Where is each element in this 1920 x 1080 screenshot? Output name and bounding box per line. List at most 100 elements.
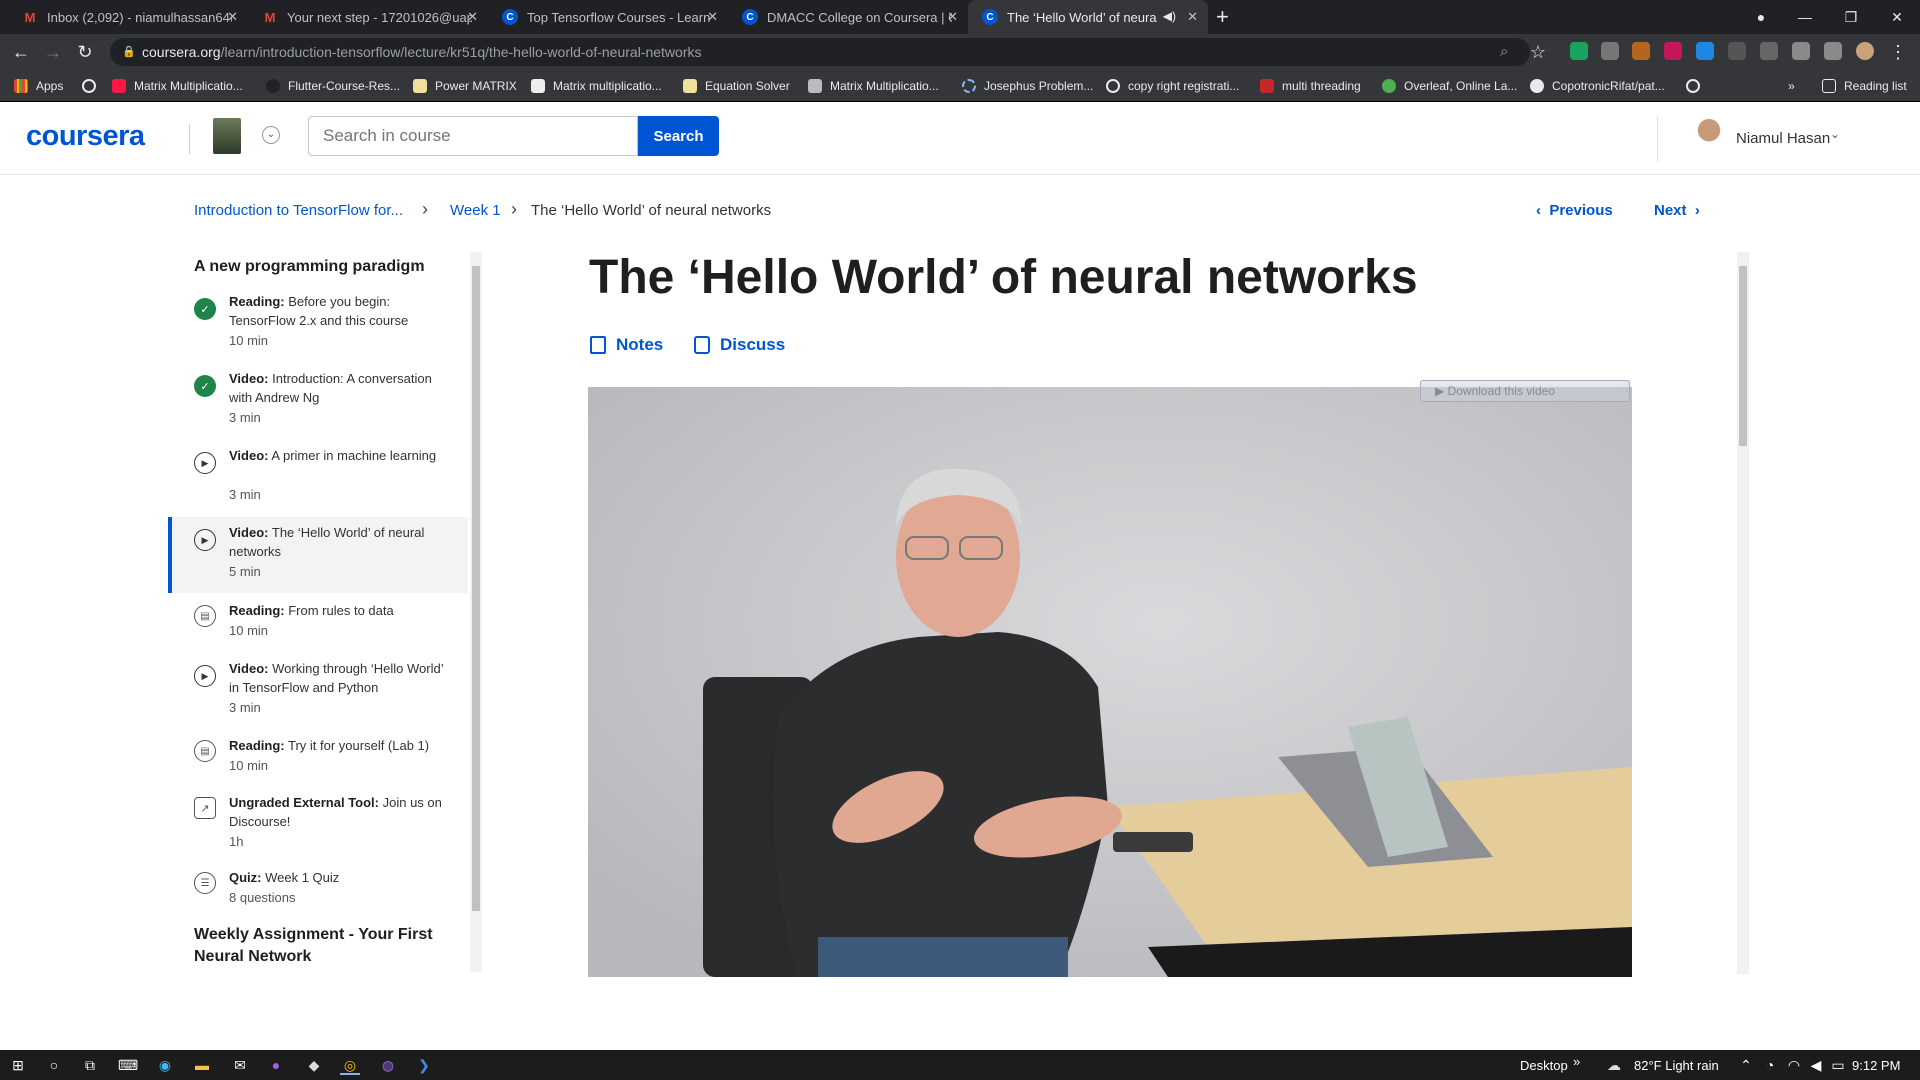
bookmark-globe[interactable] <box>82 70 104 102</box>
scroll-thumb[interactable] <box>472 266 480 911</box>
sidebar-item[interactable]: ↗ Ungraded External Tool: Join us on Dis… <box>168 793 468 857</box>
media-icon[interactable] <box>1824 42 1842 60</box>
next-button[interactable]: Next › <box>1654 202 1700 219</box>
chevron-icon[interactable]: » <box>1573 1054 1580 1069</box>
puzzle-icon[interactable] <box>1792 42 1810 60</box>
bookmark-10[interactable]: Overleaf, Online La... <box>1382 70 1517 102</box>
bookmark-5[interactable]: Equation Solver <box>683 70 790 102</box>
bookmark-8[interactable]: copy right registrati... <box>1106 70 1239 102</box>
sidebar-item-active[interactable]: ▶ Video: The ‘Hello World’ of neural net… <box>168 517 468 593</box>
search-button[interactable]: Search <box>638 116 719 156</box>
menu-dots-icon[interactable]: ⋮ <box>1886 40 1910 64</box>
user-name[interactable]: Niamul Hasan <box>1736 130 1830 147</box>
breadcrumb-course[interactable]: Introduction to TensorFlow for... <box>194 202 403 219</box>
app-icon[interactable]: ◆ <box>304 1055 324 1075</box>
app-icon[interactable]: ◍ <box>378 1055 398 1075</box>
weather-text[interactable]: 82°F Light rain <box>1634 1058 1719 1073</box>
browser-tab-active[interactable]: C The ‘Hello World’ of neural n ◀) ✕ <box>968 0 1208 34</box>
sidebar-item[interactable]: ▤ Reading: Try it for yourself (Lab 1) 1… <box>168 736 468 784</box>
chrome-icon[interactable]: ◎ <box>340 1055 360 1075</box>
download-extension-icon[interactable] <box>1696 42 1714 60</box>
download-video-overlay[interactable]: ▶ Download this video <box>1420 380 1630 402</box>
bookmark-11[interactable]: CopotronicRifat/pat... <box>1530 70 1665 102</box>
edge-icon[interactable]: ◉ <box>155 1055 175 1075</box>
bookmark-apps[interactable]: Apps <box>14 70 63 102</box>
bookmark-7[interactable]: Josephus Problem... <box>962 70 1093 102</box>
minimize-icon[interactable]: — <box>1782 0 1828 34</box>
pen-extension-icon[interactable] <box>1760 42 1778 60</box>
browser-tab-1[interactable]: M Inbox (2,092) - niamulhassan64@ ✕ <box>8 0 248 34</box>
new-tab-icon[interactable]: + <box>1216 4 1229 30</box>
sidebar-item[interactable]: ▶ Video: A primer in machine learning 3 … <box>168 446 468 510</box>
extension-icon[interactable] <box>1632 42 1650 60</box>
profile-dot-icon[interactable]: ● <box>1738 0 1784 34</box>
chevron-up-icon[interactable]: ⌃ <box>1736 1055 1756 1075</box>
chevron-down-icon[interactable]: ⌄ <box>262 126 280 144</box>
course-thumbnail[interactable] <box>213 118 241 154</box>
profile-avatar-icon[interactable] <box>1856 42 1874 60</box>
close-tab-icon[interactable]: ✕ <box>947 9 958 25</box>
task-view-icon[interactable]: ⧉ <box>80 1055 100 1075</box>
video-player[interactable] <box>588 387 1632 977</box>
browser-tab-4[interactable]: C DMACC College on Coursera | Co ✕ <box>728 0 968 34</box>
sidebar-item[interactable]: ✓ Video: Introduction: A conversation wi… <box>168 369 468 433</box>
discuss-button[interactable]: Discuss <box>694 335 785 355</box>
grammarly-extension-icon[interactable] <box>1570 42 1588 60</box>
battery-icon[interactable]: ▭ <box>1828 1055 1848 1075</box>
network-icon[interactable]: ◔ <box>1760 1055 1780 1075</box>
zoom-icon[interactable]: ⌕ <box>1500 38 1508 66</box>
weather-icon[interactable]: ☁ <box>1604 1055 1624 1075</box>
bookmark-star-icon[interactable]: ☆ <box>1526 40 1550 64</box>
camera-extension-icon[interactable] <box>1601 42 1619 60</box>
search-icon[interactable]: ○ <box>44 1055 64 1075</box>
sidebar-scrollbar[interactable] <box>470 252 482 972</box>
mail-icon[interactable]: ✉ <box>230 1055 250 1075</box>
volume-icon[interactable]: ◀ <box>1806 1055 1826 1075</box>
keyboard-icon[interactable]: ⌨ <box>118 1055 138 1075</box>
sidebar-item[interactable]: ▤ Reading: From rules to data 10 min <box>168 601 468 649</box>
speaker-icon[interactable]: ◀) <box>1163 9 1176 23</box>
main-scrollbar[interactable] <box>1737 252 1749 974</box>
coursera-logo[interactable]: coursera <box>26 120 145 153</box>
wifi-icon[interactable]: ◠ <box>1784 1055 1804 1075</box>
bookmark-9[interactable]: multi threading <box>1260 70 1361 102</box>
search-input[interactable] <box>308 116 638 156</box>
browser-tab-3[interactable]: C Top Tensorflow Courses - Learn T ✕ <box>488 0 728 34</box>
extension-icon[interactable] <box>1728 42 1746 60</box>
breadcrumb-week[interactable]: Week 1 <box>450 202 501 219</box>
messenger-icon[interactable]: ● <box>266 1055 286 1075</box>
address-bar[interactable]: 🔒 coursera.org/learn/introduction-tensor… <box>110 38 1530 66</box>
bookmark-2[interactable]: Flutter-Course-Res... <box>266 70 400 102</box>
reload-icon[interactable]: ↻ <box>73 40 97 64</box>
notes-button[interactable]: Notes <box>590 335 663 355</box>
close-tab-icon[interactable]: ✕ <box>707 9 718 25</box>
close-tab-icon[interactable]: ✕ <box>467 9 478 25</box>
browser-tab-2[interactable]: M Your next step - 17201026@uap- ✕ <box>248 0 488 34</box>
bookmarks-overflow[interactable]: » <box>1788 70 1795 102</box>
user-avatar[interactable] <box>1690 117 1728 161</box>
sidebar-item[interactable]: ✓ Reading: Before you begin: TensorFlow … <box>168 292 468 356</box>
bookmark-3[interactable]: Power MATRIX <box>413 70 517 102</box>
file-explorer-icon[interactable]: ▬ <box>192 1055 212 1075</box>
scroll-thumb[interactable] <box>1739 266 1747 446</box>
bookmark-6[interactable]: Matrix Multiplicatio... <box>808 70 939 102</box>
bookmark-globe-2[interactable] <box>1686 70 1708 102</box>
desktop-label[interactable]: Desktop <box>1520 1058 1568 1073</box>
clock[interactable]: 9:12 PM <box>1852 1058 1900 1073</box>
back-icon[interactable]: ← <box>9 40 33 64</box>
close-tab-icon[interactable]: ✕ <box>227 9 238 25</box>
previous-button[interactable]: ‹ Previous <box>1536 202 1613 219</box>
section-title[interactable]: Weekly Assignment - Your First Neural Ne… <box>194 924 444 968</box>
chevron-down-icon[interactable]: ⌄ <box>1830 127 1840 141</box>
vscode-icon[interactable]: ❯ <box>414 1055 434 1075</box>
close-tab-icon[interactable]: ✕ <box>1187 9 1198 25</box>
reading-list[interactable]: Reading list <box>1822 70 1907 102</box>
forward-icon[interactable]: → <box>41 40 65 64</box>
restore-icon[interactable]: ❐ <box>1828 0 1874 34</box>
windows-start-icon[interactable]: ⊞ <box>8 1055 28 1075</box>
sidebar-item[interactable]: ☰ Quiz: Week 1 Quiz 8 questions <box>168 868 468 916</box>
close-window-icon[interactable]: ✕ <box>1874 0 1920 34</box>
bookmark-1[interactable]: Matrix Multiplicatio... <box>112 70 243 102</box>
bookmark-4[interactable]: Matrix multiplicatio... <box>531 70 662 102</box>
sidebar-item[interactable]: ▶ Video: Working through ‘Hello World’ i… <box>168 659 468 723</box>
